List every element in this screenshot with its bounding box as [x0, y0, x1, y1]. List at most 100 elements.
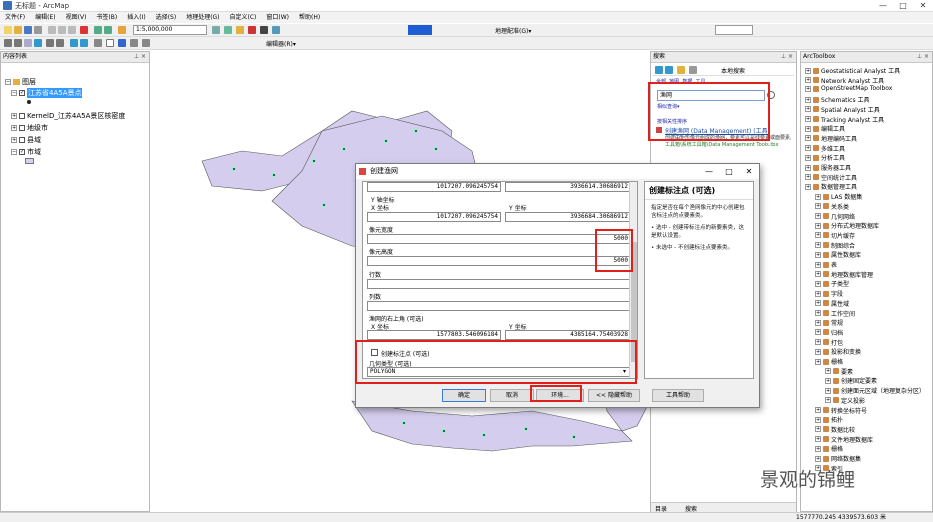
y-axis-x-input[interactable]: 1017207.096245754: [367, 212, 501, 222]
undo-icon[interactable]: [94, 26, 102, 34]
toolbox-item[interactable]: + Tracking Analyst 工具: [805, 115, 884, 124]
menu-edit[interactable]: 编辑(E): [30, 12, 60, 23]
expand-icon[interactable]: +: [815, 232, 821, 239]
toc-layer-scenic[interactable]: − ✓ 江苏省4A5A景点: [11, 88, 83, 98]
menu-window[interactable]: 窗口(W): [261, 12, 294, 23]
expand-icon[interactable]: +: [815, 416, 821, 423]
forward-icon[interactable]: [665, 66, 673, 74]
ok-button[interactable]: 确定: [442, 389, 486, 402]
toolbox-item[interactable]: + 创建固定要素: [825, 376, 877, 385]
expand-icon[interactable]: +: [815, 271, 821, 278]
expand-icon[interactable]: +: [805, 125, 811, 132]
expand-icon[interactable]: +: [815, 358, 821, 365]
home-icon[interactable]: [677, 66, 685, 74]
expand-icon[interactable]: +: [815, 251, 821, 258]
fixed-zoom-in-icon[interactable]: [46, 39, 54, 47]
dialog-maximize-button[interactable]: □: [719, 164, 739, 179]
expand-icon[interactable]: +: [815, 319, 821, 326]
expand-icon[interactable]: +: [825, 377, 831, 384]
toolbox-item[interactable]: + Schematics 工具: [805, 95, 869, 104]
origin-x-input[interactable]: 1017207.096245754: [367, 182, 501, 192]
modelbuilder-icon[interactable]: [272, 26, 280, 34]
full-extent-icon[interactable]: [34, 39, 42, 47]
expand-icon[interactable]: +: [805, 145, 811, 152]
python-icon[interactable]: [260, 26, 268, 34]
toolbox-item[interactable]: + 制图综合: [815, 241, 855, 250]
expand-icon[interactable]: +: [815, 193, 821, 200]
toolbox-item[interactable]: + OpenStreetMap Toolbox: [805, 85, 892, 92]
identify-icon[interactable]: [118, 39, 126, 47]
toolbox-item[interactable]: + 属性数据库: [815, 250, 861, 259]
scale-combo[interactable]: 1:5,000,000: [133, 25, 207, 35]
expand-icon[interactable]: +: [825, 387, 831, 394]
measure-icon[interactable]: [142, 39, 150, 47]
rows-input[interactable]: [367, 279, 631, 289]
maximize-button[interactable]: □: [893, 0, 913, 11]
new-icon[interactable]: [4, 26, 12, 34]
expand-icon[interactable]: +: [815, 436, 821, 443]
origin-y-input[interactable]: 3936614.30686912: [505, 182, 631, 192]
toolbox-item[interactable]: + 字段: [815, 289, 843, 298]
find-icon[interactable]: [130, 39, 138, 47]
expand-icon[interactable]: +: [815, 261, 821, 268]
toolbox-item[interactable]: + 栅格: [815, 357, 843, 366]
expand-icon[interactable]: +: [815, 426, 821, 433]
cell-width-input[interactable]: 5000: [367, 234, 631, 244]
toolbox-item[interactable]: + 地理编码工具: [805, 134, 857, 143]
toc-layer-city[interactable]: + 地级市: [11, 123, 48, 133]
expand-icon[interactable]: +: [815, 445, 821, 452]
expand-icon[interactable]: +: [825, 397, 831, 404]
expand-icon[interactable]: +: [805, 96, 811, 103]
menu-insert[interactable]: 插入(I): [122, 12, 150, 23]
pin-icon[interactable]: ⊥ ×: [917, 52, 929, 62]
hide-help-button[interactable]: << 隐藏帮助: [588, 389, 640, 402]
toolbox-icon[interactable]: [248, 26, 256, 34]
toolbox-item[interactable]: + 网络数据集: [815, 454, 861, 463]
toolbox-item[interactable]: + 几何网络: [815, 212, 855, 221]
toolbox-item[interactable]: + 创建面元区域（地理复杂分区）: [825, 386, 925, 395]
pin-icon[interactable]: ⊥ ×: [781, 52, 793, 62]
select-elements-icon[interactable]: [106, 39, 114, 47]
editor-label[interactable]: 编辑器(R)▾: [266, 39, 296, 48]
toolbox-item[interactable]: + 数据比较: [815, 425, 855, 434]
close-button[interactable]: ✕: [913, 0, 933, 11]
expand-icon[interactable]: +: [805, 67, 811, 74]
expand-icon[interactable]: +: [805, 174, 811, 181]
zoom-out-icon[interactable]: [14, 39, 22, 47]
expand-icon[interactable]: +: [815, 213, 821, 219]
toolbox-item[interactable]: + Network Analyst 工具: [805, 76, 884, 85]
expand-icon[interactable]: +: [825, 368, 831, 375]
expand-icon[interactable]: +: [815, 300, 821, 307]
menu-geoprocessing[interactable]: 地理处理(G): [181, 12, 224, 23]
search-scope[interactable]: 本地搜索: [721, 66, 745, 75]
menu-customize[interactable]: 自定义(C): [225, 12, 262, 23]
minimize-button[interactable]: —: [873, 0, 893, 11]
copy-icon[interactable]: [58, 26, 66, 34]
back-icon[interactable]: [655, 66, 663, 74]
cut-icon[interactable]: [48, 26, 56, 34]
editor-toolbar-icon[interactable]: [212, 26, 220, 34]
pin-icon[interactable]: ⊥ ×: [134, 52, 146, 62]
toolbox-item[interactable]: + 分布式地理数据库: [815, 221, 879, 230]
select-features-icon[interactable]: [94, 39, 102, 47]
toolbox-item[interactable]: + 表: [815, 260, 837, 269]
y-axis-y-input[interactable]: 3936684.30686912: [505, 212, 631, 222]
toolbox-item[interactable]: + LAS 数据集: [815, 192, 862, 201]
menu-help[interactable]: 帮助(H): [294, 12, 325, 23]
expand-icon[interactable]: +: [805, 183, 811, 190]
toolbox-item[interactable]: + 栅格: [815, 444, 843, 453]
menu-select[interactable]: 选择(S): [151, 12, 182, 23]
toolbox-item[interactable]: + 数据管理工具: [805, 182, 857, 191]
cell-height-input[interactable]: 5000: [367, 256, 631, 266]
toolbox-item[interactable]: + 关系类: [815, 202, 849, 211]
expand-icon[interactable]: +: [805, 135, 811, 142]
cancel-button[interactable]: 取消: [490, 389, 534, 402]
toc-layer-municipal[interactable]: − ✓ 市域: [11, 147, 41, 157]
zoom-in-icon[interactable]: [4, 39, 12, 47]
expand-icon[interactable]: +: [805, 77, 811, 84]
toolbox-item[interactable]: + 切片缓存: [815, 231, 855, 240]
expand-icon[interactable]: +: [805, 164, 811, 171]
toolbox-item[interactable]: + 要素: [825, 367, 853, 376]
toc-layer-kernel[interactable]: + KernelD_江苏4A5A景区核密度: [11, 111, 125, 121]
toolbox-item[interactable]: + 打包: [815, 338, 843, 347]
